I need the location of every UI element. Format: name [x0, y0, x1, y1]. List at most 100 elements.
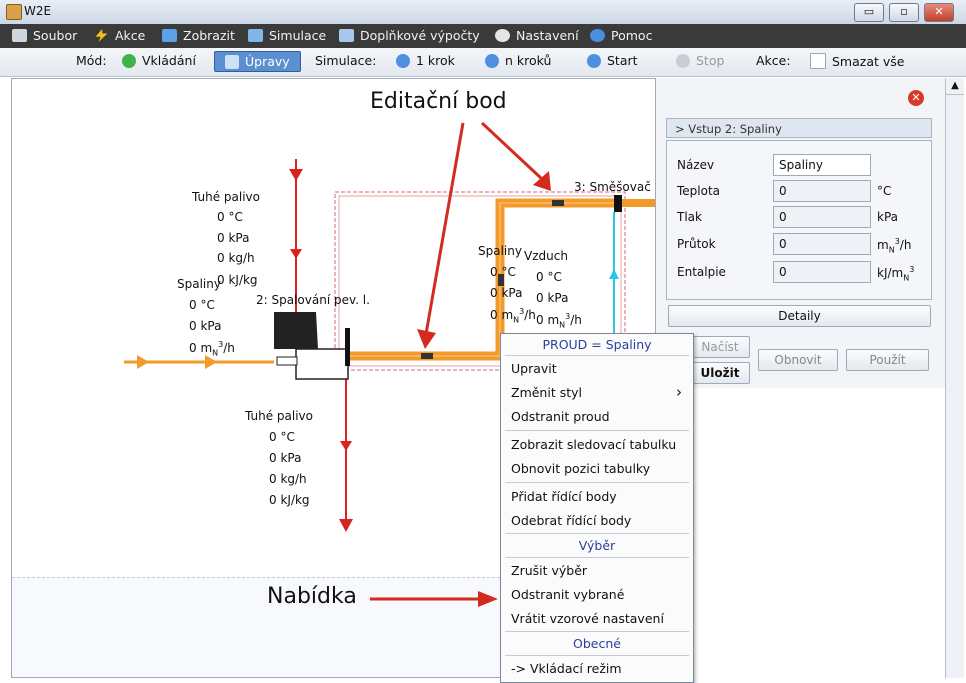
menu-bar: Soubor Akce Zobrazit Simulace Doplňkové … [0, 24, 966, 48]
flow-label: Průtok [677, 237, 716, 251]
arrow-down-icon [290, 249, 302, 259]
menu-item-zmenit-styl[interactable]: Změnit styl [511, 385, 582, 400]
air-flow: 0 mN3/h [536, 312, 582, 329]
menu-separator [505, 355, 689, 356]
stop-label: Stop [696, 53, 725, 68]
enthalpy-label: Entalpie [677, 265, 726, 279]
gear-icon [495, 29, 510, 42]
step-n-button[interactable]: n kroků [485, 53, 551, 68]
menu-item-pridat-body[interactable]: Přidat řídící body [511, 489, 617, 504]
menu-item-vratit-nastaveni[interactable]: Vrátit vzorové nastavení [511, 611, 664, 626]
maximize-button[interactable]: ▫ [889, 3, 919, 22]
menu-separator [505, 631, 689, 632]
fuel-bottom-flow: 0 kg/h [269, 472, 307, 486]
window-title: W2E [24, 4, 52, 18]
load-button[interactable]: Načíst [690, 336, 750, 358]
title-bar: W2E ▭ ▫ ✕ [0, 0, 966, 25]
close-icon[interactable]: ✕ [908, 90, 924, 106]
arrow-up-icon [609, 269, 619, 279]
insert-mode-button[interactable]: Vkládání [122, 53, 196, 68]
menu-zobrazit[interactable]: Zobrazit [162, 28, 235, 43]
details-button[interactable]: Detaily [668, 305, 931, 327]
minimize-button[interactable]: ▭ [854, 3, 884, 22]
mixer-label: 3: Směšovač [574, 180, 651, 194]
menu-item-zobrazit-tabulku[interactable]: Zobrazit sledovací tabulku [511, 437, 676, 452]
step-1-button[interactable]: 1 krok [396, 53, 455, 68]
page-icon [810, 53, 826, 69]
menu-item-obnovit-pozici[interactable]: Obnovit pozici tabulky [511, 461, 650, 476]
flue-left-flow: 0 mN3/h [189, 340, 235, 357]
flue-left-name: Spaliny [177, 277, 221, 291]
flow-unit: mN3/h [877, 237, 911, 254]
apply-button[interactable]: Použít [846, 349, 929, 371]
combustor-body[interactable] [295, 348, 349, 380]
fuel-top-name: Tuhé palivo [192, 190, 260, 204]
menu-label: Soubor [33, 28, 78, 43]
clear-all-button[interactable]: Smazat vše [810, 53, 904, 69]
pressure-field[interactable]: 0 [773, 206, 871, 228]
annotation-edit-point: Editační bod [370, 89, 507, 114]
help-icon [590, 29, 605, 42]
flow-unit-sub: N [559, 320, 566, 330]
menu-item-odebrat-body[interactable]: Odebrat řídící body [511, 513, 631, 528]
close-button[interactable]: ✕ [924, 3, 954, 22]
fuel-top-temp: 0 °C [217, 210, 243, 224]
start-button[interactable]: Start [587, 53, 638, 68]
menu-doplnkove-vypocty[interactable]: Doplňkové výpočty [339, 28, 480, 43]
menu-separator [505, 430, 689, 431]
menu-separator [505, 655, 689, 656]
combustor-top [274, 312, 318, 349]
insert-mode-label: Vkládání [142, 53, 196, 68]
edit-mode-button[interactable]: Úpravy [214, 51, 301, 72]
menu-nastaveni[interactable]: Nastavení [495, 28, 579, 43]
menu-separator [505, 557, 689, 558]
temperature-label: Teplota [677, 184, 721, 198]
edit-point[interactable] [421, 353, 433, 359]
edit-point[interactable] [552, 200, 564, 206]
arrow-down-icon [339, 519, 353, 532]
menu-item-vkladaci-rezim[interactable]: -> Vkládací režim [511, 661, 622, 676]
fuel-top-enthalpy: 0 kJ/kg [217, 273, 258, 287]
combustor-outlet [345, 328, 350, 366]
scroll-up-icon[interactable]: ▲ [946, 78, 964, 95]
fuel-top-pressure: 0 kPa [217, 231, 250, 245]
fuel-bottom-enthalpy: 0 kJ/kg [269, 493, 310, 507]
start-label: Start [607, 53, 638, 68]
context-menu-header: PROUD = Spaliny [542, 337, 652, 352]
flue-mid-flow: 0 mN3/h [490, 307, 536, 324]
temperature-unit: °C [877, 184, 892, 198]
stop-icon [676, 54, 690, 68]
edit-icon [225, 55, 239, 69]
panel-header[interactable]: > Vstup 2: Spaliny [666, 118, 932, 138]
panel-fields-box: Název Spaliny Teplota 0 °C Tlak 0 kPa Pr… [666, 140, 932, 300]
name-field[interactable]: Spaliny [773, 154, 871, 176]
context-menu: PROUD = Spaliny Upravit Změnit styl › Od… [500, 333, 694, 683]
unit-part: m [877, 238, 889, 252]
flow-unit-m: 0 m [189, 341, 213, 355]
flow-unit-h: /h [524, 308, 536, 322]
refresh-button[interactable]: Obnovit [758, 349, 838, 371]
menu-item-odstranit-proud[interactable]: Odstranit proud [511, 409, 610, 424]
unit-part: kJ/m [877, 266, 904, 280]
unit-sup: 3 [909, 265, 915, 274]
toolbar: Mód: Vkládání Úpravy Simulace: 1 krok n … [0, 48, 966, 77]
properties-panel: ✕ > Vstup 2: Spaliny Název Spaliny Teplo… [655, 78, 946, 388]
save-button[interactable]: Uložit [690, 362, 750, 384]
name-label: Název [677, 158, 715, 172]
menu-akce[interactable]: Akce [94, 28, 145, 43]
enthalpy-field[interactable]: 0 [773, 261, 871, 283]
vertical-scrollbar[interactable]: ▲ [945, 78, 964, 678]
menu-simulace[interactable]: Simulace [248, 28, 326, 43]
menu-pomoc[interactable]: Pomoc [590, 28, 652, 43]
flow-unit-sub: N [513, 315, 520, 325]
annotation-arrow-line [424, 122, 465, 335]
combustor-inlet [276, 356, 298, 366]
menu-item-zrusit-vyber[interactable]: Zrušit výběr [511, 563, 587, 578]
menu-soubor[interactable]: Soubor [12, 28, 77, 43]
stop-button[interactable]: Stop [676, 53, 724, 68]
temperature-field[interactable]: 0 [773, 180, 871, 202]
plus-icon [122, 54, 136, 68]
menu-item-upravit[interactable]: Upravit [511, 361, 557, 376]
flow-field[interactable]: 0 [773, 233, 871, 255]
menu-item-odstranit-vybrane[interactable]: Odstranit vybrané [511, 587, 624, 602]
